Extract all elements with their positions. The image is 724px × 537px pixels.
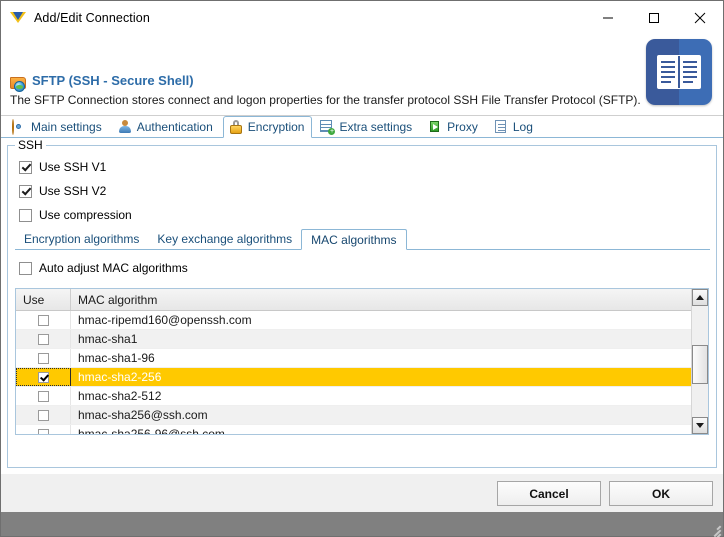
checkbox-use-ssh-v1[interactable]: Use SSH V1 — [19, 160, 106, 174]
table-row[interactable]: hmac-sha256-96@ssh.com — [16, 425, 708, 434]
row-algorithm: hmac-sha2-256 — [71, 368, 708, 386]
main-tab-strip: Main settings Authentication Encryption … — [1, 116, 723, 138]
checkbox-label: Use SSH V2 — [39, 184, 107, 198]
table-row[interactable]: hmac-sha1-96 — [16, 349, 708, 368]
checkbox-box[interactable] — [19, 160, 32, 174]
list-rows: hmac-ripemd160@openssh.com hmac-sha1 hma… — [16, 311, 708, 434]
tab-label: Extra settings — [339, 120, 413, 134]
row-checkbox[interactable] — [37, 390, 49, 402]
cancel-button[interactable]: Cancel — [497, 481, 601, 506]
add-edit-connection-window: Add/Edit Connection SFTP (SSH - Secure S… — [0, 0, 724, 537]
user-icon — [118, 120, 132, 134]
row-algorithm: hmac-sha1 — [78, 332, 138, 346]
checkbox-box[interactable] — [19, 261, 32, 275]
subtab-encryption-algorithms[interactable]: Encryption algorithms — [15, 229, 148, 249]
row-checkbox[interactable] — [37, 428, 49, 434]
protocol-description: The SFTP Connection stores connect and l… — [10, 93, 641, 107]
lock-icon — [229, 120, 243, 134]
column-header-mac-algorithm[interactable]: MAC algorithm — [71, 289, 708, 310]
checkbox-box[interactable] — [19, 208, 32, 222]
ssh-group-legend: SSH — [15, 138, 46, 152]
row-algorithm: hmac-sha256-96@ssh.com — [78, 427, 225, 434]
window-controls — [585, 1, 723, 34]
row-checkbox[interactable] — [37, 352, 49, 364]
table-row[interactable]: hmac-sha256@ssh.com — [16, 406, 708, 425]
tab-log[interactable]: Log — [488, 116, 541, 137]
plug-icon — [428, 120, 442, 134]
tab-label: Encryption — [247, 120, 305, 134]
row-checkbox[interactable] — [37, 333, 49, 345]
subtab-mac-algorithms[interactable]: MAC algorithms — [301, 229, 407, 250]
open-book-icon — [646, 39, 712, 105]
tab-proxy[interactable]: Proxy — [422, 116, 486, 137]
row-algorithm: hmac-sha2-512 — [78, 389, 162, 403]
row-checkbox[interactable] — [37, 409, 49, 421]
protocol-title: SFTP (SSH - Secure Shell) — [32, 73, 194, 88]
window-title: Add/Edit Connection — [34, 10, 150, 25]
grid-plus-icon: + — [320, 120, 336, 135]
scroll-up-button[interactable] — [692, 289, 708, 306]
row-algorithm: hmac-ripemd160@openssh.com — [78, 313, 252, 327]
close-button[interactable] — [677, 1, 723, 34]
tab-encryption[interactable]: Encryption — [222, 116, 313, 138]
row-checkbox[interactable] — [38, 371, 49, 383]
row-algorithm: hmac-sha1-96 — [78, 351, 155, 365]
tab-label: Authentication — [136, 120, 213, 134]
row-use-cell[interactable] — [16, 406, 71, 424]
row-use-cell[interactable] — [16, 311, 71, 329]
dialog-footer: Cancel OK — [1, 473, 723, 512]
scroll-down-button[interactable] — [692, 417, 708, 434]
scroll-down-arrow-icon — [696, 423, 704, 428]
row-use-cell[interactable] — [16, 330, 71, 348]
maximize-button[interactable] — [631, 1, 677, 34]
list-header-row: Use MAC algorithm — [16, 289, 708, 311]
algorithm-tab-strip: Encryption algorithms Key exchange algor… — [15, 229, 710, 250]
status-bar — [1, 512, 723, 537]
log-icon — [494, 120, 508, 134]
scroll-up-arrow-icon — [696, 295, 704, 300]
checkbox-box[interactable] — [19, 184, 32, 198]
tab-label: Log — [512, 120, 533, 134]
ok-button[interactable]: OK — [609, 481, 713, 506]
table-row[interactable]: hmac-sha2-512 — [16, 387, 708, 406]
checkbox-label: Auto adjust MAC algorithms — [39, 261, 188, 275]
checkbox-label: Use compression — [39, 208, 132, 222]
dialog-header: SFTP (SSH - Secure Shell) The SFTP Conne… — [1, 34, 723, 116]
tab-extra-settings[interactable]: + Extra settings — [314, 116, 420, 137]
row-use-cell[interactable] — [16, 387, 71, 405]
table-row[interactable]: hmac-sha1 — [16, 330, 708, 349]
table-row[interactable]: hmac-ripemd160@openssh.com — [16, 311, 708, 330]
ssh-group-box: SSH Use SSH V1 Use SSH V2 Use compressio… — [7, 138, 717, 468]
row-use-cell[interactable] — [16, 349, 71, 367]
title-bar: Add/Edit Connection — [1, 1, 723, 34]
subtab-label: MAC algorithms — [311, 232, 397, 247]
tab-main-settings[interactable]: Main settings — [6, 116, 110, 137]
row-checkbox[interactable] — [37, 314, 49, 326]
sftp-folder-globe-icon — [10, 75, 27, 92]
tab-label: Main settings — [31, 120, 102, 134]
checkbox-auto-adjust-mac[interactable]: Auto adjust MAC algorithms — [19, 261, 188, 275]
resize-grip-icon[interactable] — [707, 520, 721, 537]
gear-icon — [12, 119, 26, 135]
row-use-cell[interactable] — [16, 368, 71, 386]
subtab-key-exchange-algorithms[interactable]: Key exchange algorithms — [148, 229, 301, 249]
column-header-label: MAC algorithm — [78, 292, 158, 307]
app-v-icon — [10, 10, 26, 26]
mac-algorithms-list: Use MAC algorithm hmac-ripemd160@openssh… — [15, 288, 709, 435]
list-vertical-scrollbar[interactable] — [691, 289, 708, 434]
subtab-label: Key exchange algorithms — [157, 232, 293, 246]
row-algorithm: hmac-sha256@ssh.com — [78, 408, 208, 422]
checkbox-use-ssh-v2[interactable]: Use SSH V2 — [19, 184, 106, 198]
checkbox-use-compression[interactable]: Use compression — [19, 208, 132, 222]
subtab-label: Encryption algorithms — [24, 232, 140, 246]
table-row-selected[interactable]: hmac-sha2-256 — [16, 368, 708, 387]
minimize-button[interactable] — [585, 1, 631, 34]
scrollbar-thumb[interactable] — [692, 345, 708, 384]
checkbox-label: Use SSH V1 — [39, 160, 107, 174]
encryption-panel: SSH Use SSH V1 Use SSH V2 Use compressio… — [1, 138, 723, 473]
tab-label: Proxy — [447, 120, 478, 134]
column-header-use[interactable]: Use — [16, 289, 71, 310]
row-use-cell[interactable] — [16, 425, 71, 434]
tab-authentication[interactable]: Authentication — [112, 116, 221, 137]
